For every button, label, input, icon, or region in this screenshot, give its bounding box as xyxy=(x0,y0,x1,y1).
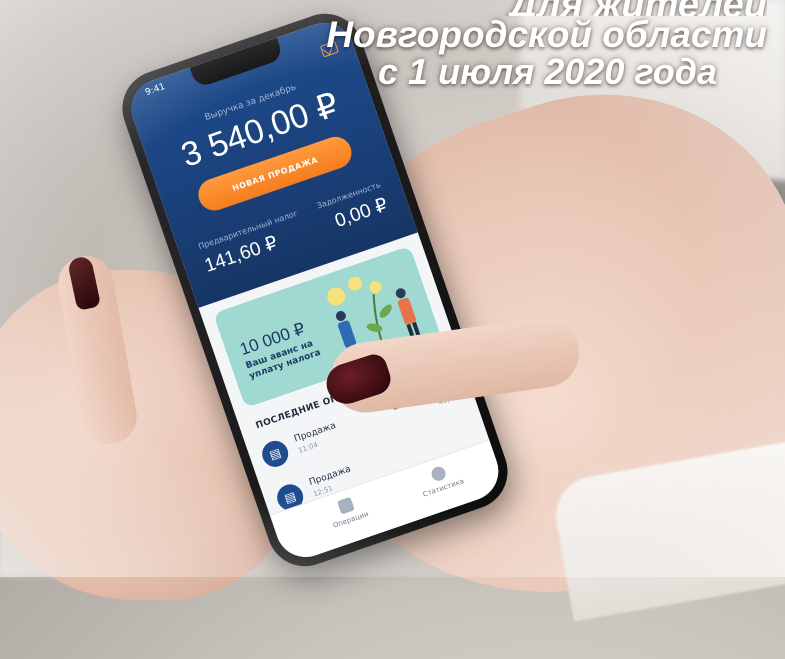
tab-operations-label: Операции xyxy=(331,510,370,530)
headline: Для жителей Новгородской области с 1 июл… xyxy=(326,0,767,90)
sale-receipt-icon: ▤ xyxy=(258,437,292,471)
receipt-icon xyxy=(337,496,355,515)
status-time: 9:41 xyxy=(144,82,167,99)
tab-statistics-label: Статистика xyxy=(421,477,466,499)
headline-line-3: с 1 июля 2020 года xyxy=(378,50,717,92)
chart-icon xyxy=(429,464,448,483)
headline-line-2: Новгородской области xyxy=(326,14,767,55)
